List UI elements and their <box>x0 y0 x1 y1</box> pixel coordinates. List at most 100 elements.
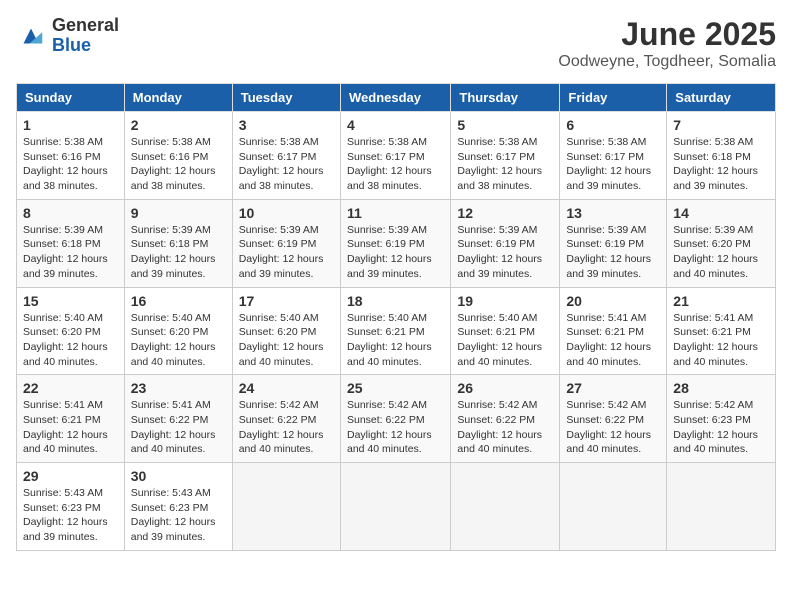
calendar-cell: 11 Sunrise: 5:39 AMSunset: 6:19 PMDayligh… <box>340 199 450 287</box>
calendar-cell <box>560 463 667 551</box>
calendar-cell: 26 Sunrise: 5:42 AMSunset: 6:22 PMDayligh… <box>451 375 560 463</box>
calendar-cell: 14 Sunrise: 5:39 AMSunset: 6:20 PMDayligh… <box>667 199 776 287</box>
calendar-cell: 23 Sunrise: 5:41 AMSunset: 6:22 PMDayligh… <box>124 375 232 463</box>
day-number: 14 <box>673 205 769 221</box>
logo-text: General Blue <box>52 16 119 56</box>
calendar-table: SundayMondayTuesdayWednesdayThursdayFrid… <box>16 83 776 551</box>
day-number: 24 <box>239 380 334 396</box>
calendar-cell: 12 Sunrise: 5:39 AMSunset: 6:19 PMDayligh… <box>451 199 560 287</box>
calendar-cell: 15Sunrise: 5:40 AMSunset: 6:20 PMDayligh… <box>17 287 125 375</box>
logo-general: General <box>52 16 119 36</box>
day-info: Sunrise: 5:39 AMSunset: 6:18 PMDaylight:… <box>23 223 118 282</box>
day-number: 26 <box>457 380 553 396</box>
calendar-cell: 2 Sunrise: 5:38 AMSunset: 6:16 PMDaylight… <box>124 112 232 200</box>
day-number: 2 <box>131 117 226 133</box>
day-number: 4 <box>347 117 444 133</box>
day-info: Sunrise: 5:39 AMSunset: 6:19 PMDaylight:… <box>347 223 444 282</box>
day-info: Sunrise: 5:39 AMSunset: 6:20 PMDaylight:… <box>673 223 769 282</box>
calendar-cell: 20Sunrise: 5:41 AMSunset: 6:21 PMDayligh… <box>560 287 667 375</box>
day-number: 19 <box>457 293 553 309</box>
calendar-cell: 21Sunrise: 5:41 AMSunset: 6:21 PMDayligh… <box>667 287 776 375</box>
calendar-cell: 22 Sunrise: 5:41 AMSunset: 6:21 PMDayligh… <box>17 375 125 463</box>
day-info: Sunrise: 5:38 AMSunset: 6:17 PMDaylight:… <box>239 135 334 194</box>
calendar-cell: 3 Sunrise: 5:38 AMSunset: 6:17 PMDaylight… <box>232 112 340 200</box>
day-number: 10 <box>239 205 334 221</box>
day-info: Sunrise: 5:38 AMSunset: 6:16 PMDaylight:… <box>131 135 226 194</box>
calendar-cell: 9 Sunrise: 5:39 AMSunset: 6:18 PMDaylight… <box>124 199 232 287</box>
day-header-wednesday: Wednesday <box>340 84 450 112</box>
title-area: June 2025 Oodweyne, Togdheer, Somalia <box>558 16 776 71</box>
week-row-2: 8 Sunrise: 5:39 AMSunset: 6:18 PMDaylight… <box>17 199 776 287</box>
day-number: 23 <box>131 380 226 396</box>
calendar-cell <box>451 463 560 551</box>
calendar-cell <box>340 463 450 551</box>
day-info: Sunrise: 5:39 AMSunset: 6:19 PMDaylight:… <box>457 223 553 282</box>
calendar-cell: 10 Sunrise: 5:39 AMSunset: 6:19 PMDayligh… <box>232 199 340 287</box>
day-number: 28 <box>673 380 769 396</box>
day-number: 11 <box>347 205 444 221</box>
day-info: Sunrise: 5:41 AMSunset: 6:21 PMDaylight:… <box>673 311 769 370</box>
month-title: June 2025 <box>558 16 776 53</box>
calendar-cell: 27 Sunrise: 5:42 AMSunset: 6:22 PMDayligh… <box>560 375 667 463</box>
day-number: 25 <box>347 380 444 396</box>
days-header-row: SundayMondayTuesdayWednesdayThursdayFrid… <box>17 84 776 112</box>
day-info: Sunrise: 5:39 AMSunset: 6:19 PMDaylight:… <box>239 223 334 282</box>
logo-icon <box>16 21 46 51</box>
day-info: Sunrise: 5:38 AMSunset: 6:17 PMDaylight:… <box>457 135 553 194</box>
day-number: 15 <box>23 293 118 309</box>
day-info: Sunrise: 5:41 AMSunset: 6:21 PMDaylight:… <box>566 311 660 370</box>
day-header-thursday: Thursday <box>451 84 560 112</box>
day-number: 16 <box>131 293 226 309</box>
day-info: Sunrise: 5:43 AMSunset: 6:23 PMDaylight:… <box>131 486 226 545</box>
day-number: 27 <box>566 380 660 396</box>
day-info: Sunrise: 5:42 AMSunset: 6:22 PMDaylight:… <box>239 398 334 457</box>
day-number: 9 <box>131 205 226 221</box>
day-number: 29 <box>23 468 118 484</box>
day-info: Sunrise: 5:39 AMSunset: 6:19 PMDaylight:… <box>566 223 660 282</box>
day-info: Sunrise: 5:42 AMSunset: 6:22 PMDaylight:… <box>566 398 660 457</box>
calendar-cell: 5 Sunrise: 5:38 AMSunset: 6:17 PMDaylight… <box>451 112 560 200</box>
calendar-cell: 19Sunrise: 5:40 AMSunset: 6:21 PMDayligh… <box>451 287 560 375</box>
calendar-cell <box>232 463 340 551</box>
calendar-cell: 25 Sunrise: 5:42 AMSunset: 6:22 PMDayligh… <box>340 375 450 463</box>
calendar-cell: 1Sunrise: 5:38 AMSunset: 6:16 PMDaylight… <box>17 112 125 200</box>
page-header: General Blue June 2025 Oodweyne, Togdhee… <box>16 16 776 71</box>
day-info: Sunrise: 5:38 AMSunset: 6:17 PMDaylight:… <box>347 135 444 194</box>
day-number: 3 <box>239 117 334 133</box>
calendar-cell: 24 Sunrise: 5:42 AMSunset: 6:22 PMDayligh… <box>232 375 340 463</box>
calendar-cell <box>667 463 776 551</box>
day-info: Sunrise: 5:42 AMSunset: 6:22 PMDaylight:… <box>457 398 553 457</box>
day-info: Sunrise: 5:38 AMSunset: 6:18 PMDaylight:… <box>673 135 769 194</box>
day-number: 1 <box>23 117 118 133</box>
day-number: 17 <box>239 293 334 309</box>
day-number: 22 <box>23 380 118 396</box>
week-row-4: 22 Sunrise: 5:41 AMSunset: 6:21 PMDayligh… <box>17 375 776 463</box>
calendar-cell: 17 Sunrise: 5:40 AMSunset: 6:20 PMDayligh… <box>232 287 340 375</box>
logo-blue: Blue <box>52 36 119 56</box>
calendar-cell: 30Sunrise: 5:43 AMSunset: 6:23 PMDayligh… <box>124 463 232 551</box>
day-info: Sunrise: 5:39 AMSunset: 6:18 PMDaylight:… <box>131 223 226 282</box>
calendar-cell: 29Sunrise: 5:43 AMSunset: 6:23 PMDayligh… <box>17 463 125 551</box>
day-info: Sunrise: 5:42 AMSunset: 6:22 PMDaylight:… <box>347 398 444 457</box>
day-number: 12 <box>457 205 553 221</box>
calendar-cell: 6Sunrise: 5:38 AMSunset: 6:17 PMDaylight… <box>560 112 667 200</box>
location-title: Oodweyne, Togdheer, Somalia <box>558 53 776 71</box>
calendar-cell: 16Sunrise: 5:40 AMSunset: 6:20 PMDayligh… <box>124 287 232 375</box>
calendar-body: 1 Sunrise: 5:38 AMSunset: 6:16 PMDaylight… <box>17 112 776 551</box>
calendar-cell: 7Sunrise: 5:38 AMSunset: 6:18 PMDaylight… <box>667 112 776 200</box>
day-number: 18 <box>347 293 444 309</box>
day-number: 5 <box>457 117 553 133</box>
day-header-sunday: Sunday <box>17 84 125 112</box>
week-row-5: 29 Sunrise: 5:43 AMSunset: 6:23 PMDayligh… <box>17 463 776 551</box>
day-info: Sunrise: 5:40 AMSunset: 6:20 PMDaylight:… <box>239 311 334 370</box>
day-info: Sunrise: 5:41 AMSunset: 6:22 PMDaylight:… <box>131 398 226 457</box>
day-number: 8 <box>23 205 118 221</box>
day-header-friday: Friday <box>560 84 667 112</box>
logo: General Blue <box>16 16 119 56</box>
day-info: Sunrise: 5:41 AMSunset: 6:21 PMDaylight:… <box>23 398 118 457</box>
day-header-saturday: Saturday <box>667 84 776 112</box>
day-header-monday: Monday <box>124 84 232 112</box>
calendar-cell: 13Sunrise: 5:39 AMSunset: 6:19 PMDayligh… <box>560 199 667 287</box>
week-row-3: 15 Sunrise: 5:40 AMSunset: 6:20 PMDayligh… <box>17 287 776 375</box>
day-info: Sunrise: 5:42 AMSunset: 6:23 PMDaylight:… <box>673 398 769 457</box>
